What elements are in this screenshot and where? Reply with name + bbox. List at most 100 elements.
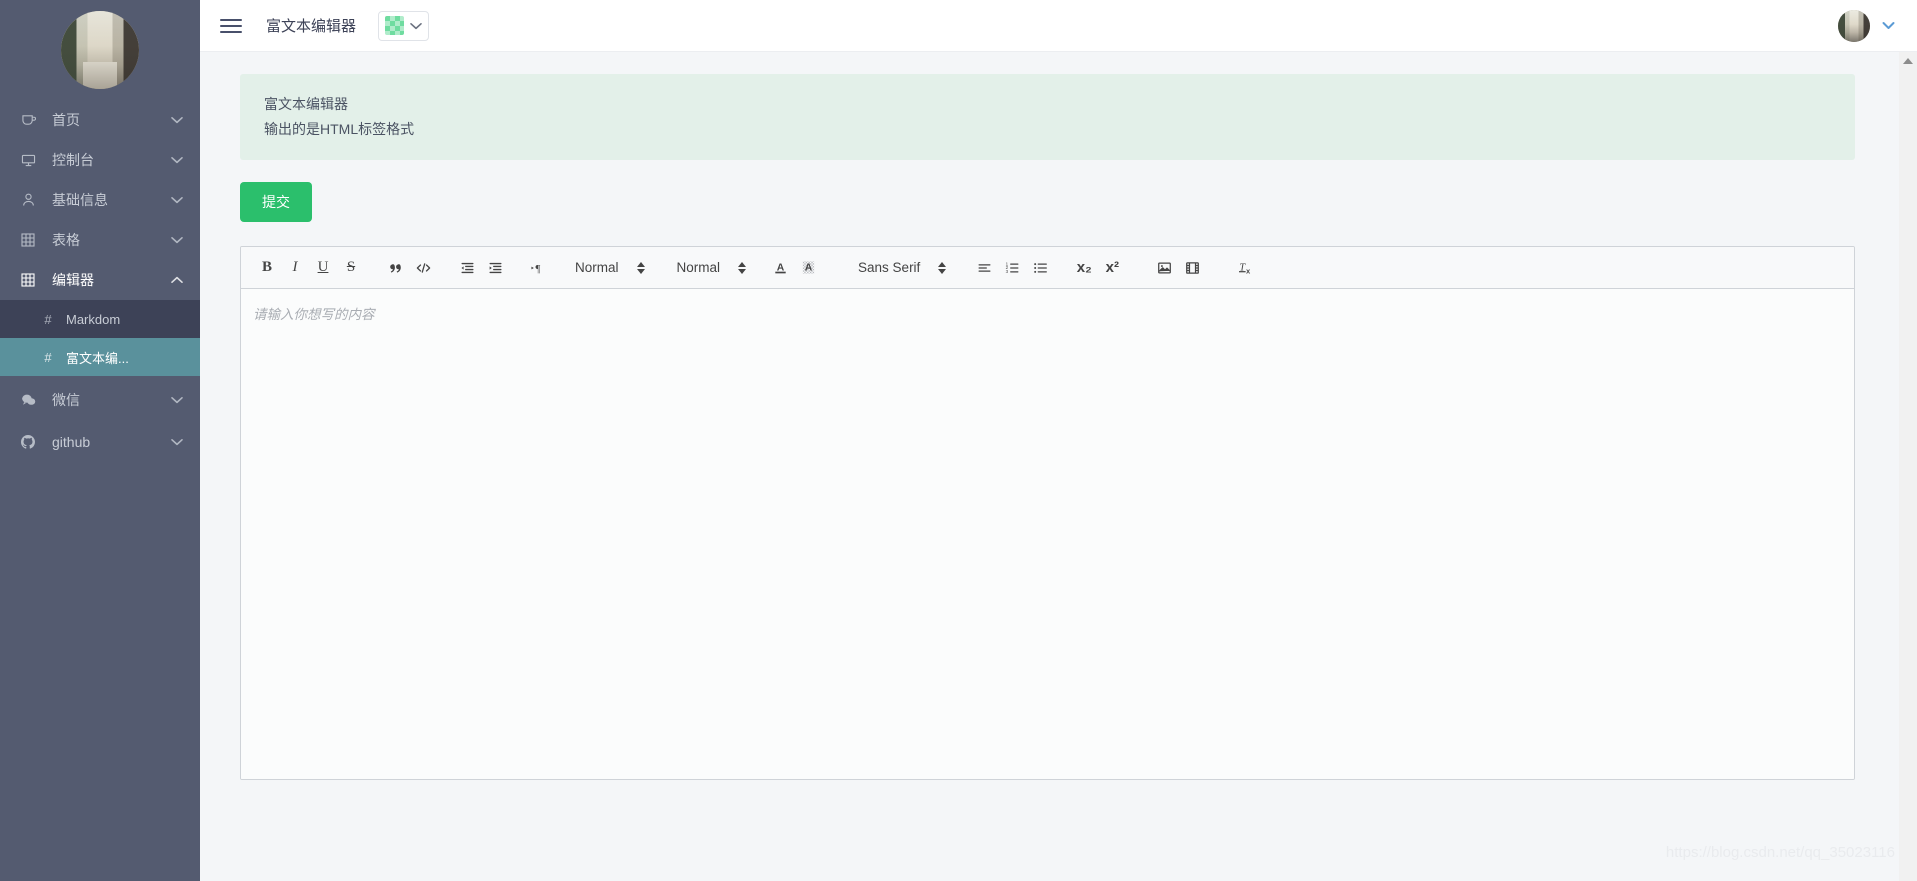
- chevron-down-icon: [170, 393, 184, 407]
- header-picker[interactable]: Normal: [569, 254, 649, 282]
- font-color-icon[interactable]: A: [766, 254, 794, 282]
- chevron-down-icon: [738, 268, 747, 274]
- italic-icon[interactable]: I: [281, 254, 309, 282]
- strike-icon[interactable]: S: [337, 254, 365, 282]
- underline-glyph: U: [317, 259, 329, 275]
- video-icon[interactable]: [1178, 254, 1206, 282]
- image-icon[interactable]: [1150, 254, 1178, 282]
- bold-glyph: B: [261, 259, 272, 275]
- bold-icon[interactable]: B: [253, 254, 281, 282]
- hash-icon: #: [44, 311, 52, 327]
- clear-format-icon[interactable]: T x: [1232, 254, 1260, 282]
- sidebar: 首页 控制台 基础信息 表格 编辑器 # Markdom # 富文本编... 微…: [0, 0, 200, 881]
- monitor-icon: [18, 152, 38, 168]
- hamburger-bar: [220, 30, 242, 33]
- watermark: https://blog.csdn.net/qq_35023116: [1665, 844, 1895, 861]
- scroll-up-arrow-icon[interactable]: [1903, 58, 1913, 64]
- bullet-list-icon[interactable]: [1026, 254, 1054, 282]
- font-picker[interactable]: Sans Serif: [852, 254, 950, 282]
- size-picker-value: Normal: [676, 260, 721, 275]
- svg-text:¶: ¶: [535, 264, 540, 275]
- sidebar-item-label: 首页: [52, 112, 80, 128]
- chevron-up-icon: [170, 273, 184, 287]
- outdent-icon[interactable]: [453, 254, 481, 282]
- italic-glyph: I: [292, 259, 298, 275]
- subscript-icon[interactable]: x₂: [1070, 254, 1098, 282]
- page-title: 富文本编辑器: [266, 18, 357, 35]
- sidebar-subitem-markdom[interactable]: # Markdom: [0, 300, 200, 338]
- indent-icon[interactable]: [481, 254, 509, 282]
- size-picker[interactable]: Normal: [671, 254, 751, 282]
- sidebar-item-label: 控制台: [52, 152, 94, 168]
- chevron-down-icon: [636, 268, 645, 274]
- sidebar-subitem-label: 富文本编...: [66, 350, 129, 366]
- editor-placeholder: 请输入你想写的内容: [253, 307, 375, 322]
- cup-icon: [18, 112, 38, 128]
- toolbar-group-direction: ¶: [525, 254, 553, 282]
- main-area: 富文本编辑器 富文本编辑器 输出的是HTML标签格式 提交 B I U S ¶ …: [200, 0, 1917, 881]
- chevron-down-icon: [170, 435, 184, 449]
- avatar-photo-road: [82, 62, 118, 89]
- blockquote-icon[interactable]: [381, 254, 409, 282]
- topbar: 富文本编辑器: [200, 0, 1917, 52]
- underline-icon[interactable]: U: [309, 254, 337, 282]
- sidebar-nav: 首页 控制台 基础信息 表格 编辑器 # Markdom # 富文本编... 微…: [0, 100, 200, 462]
- color-picker-select[interactable]: [378, 10, 430, 41]
- toolbar-group-indent: [453, 254, 509, 282]
- hash-icon: #: [44, 349, 52, 365]
- grid-icon: [18, 272, 38, 288]
- chevron-down-icon: [170, 113, 184, 127]
- strike-glyph: S: [346, 259, 356, 275]
- svg-text:A: A: [804, 262, 812, 273]
- avatar-photo: [1838, 9, 1870, 42]
- hamburger-icon[interactable]: [218, 13, 244, 39]
- submit-button[interactable]: 提交: [240, 182, 312, 222]
- code-block-icon[interactable]: [409, 254, 437, 282]
- sidebar-item-label: github: [52, 434, 91, 450]
- hamburger-bar: [220, 24, 242, 27]
- editor-text-area[interactable]: 请输入你想写的内容: [241, 289, 1854, 779]
- chevron-up-icon: [636, 261, 645, 267]
- alert-line-2: 输出的是HTML标签格式: [264, 121, 415, 137]
- text-direction-icon[interactable]: ¶: [525, 254, 553, 282]
- vertical-scrollbar[interactable]: [1899, 52, 1917, 881]
- color-swatch: [385, 16, 405, 35]
- sidebar-item-console[interactable]: 控制台: [0, 140, 200, 180]
- sidebar-item-editor[interactable]: 编辑器: [0, 260, 200, 300]
- content-area: 富文本编辑器 输出的是HTML标签格式 提交 B I U S ¶ Normal …: [200, 52, 1917, 881]
- sidebar-subitem-label: Markdom: [66, 311, 121, 327]
- sidebar-item-label: 基础信息: [52, 192, 108, 208]
- sidebar-item-wechat[interactable]: 微信: [0, 380, 200, 420]
- font-picker-value: Sans Serif: [858, 260, 921, 275]
- superscript-glyph: x²: [1105, 259, 1119, 276]
- avatar[interactable]: [1838, 9, 1870, 42]
- chevron-down-icon: [170, 193, 184, 207]
- sidebar-item-basic-info[interactable]: 基础信息: [0, 180, 200, 220]
- sidebar-item-github[interactable]: github: [0, 422, 200, 462]
- superscript-icon[interactable]: x²: [1098, 254, 1126, 282]
- editor-toolbar: B I U S ¶ Normal Normal A A Sans Serif 1…: [241, 247, 1854, 289]
- sidebar-subitem-rich-text-editor[interactable]: # 富文本编...: [0, 338, 200, 376]
- sidebar-item-home[interactable]: 首页: [0, 100, 200, 140]
- chevron-up-icon: [738, 261, 747, 267]
- chevron-down-icon[interactable]: [1882, 17, 1895, 35]
- chevron-down-icon: [938, 268, 947, 274]
- sidebar-item-label: 表格: [52, 232, 80, 248]
- subscript-glyph: x₂: [1076, 259, 1092, 276]
- chevron-down-icon: [170, 233, 184, 247]
- toolbar-group-align-lists: 1 2 3: [970, 254, 1054, 282]
- chevron-updown-icon: [636, 261, 645, 274]
- hamburger-bar: [220, 18, 242, 21]
- avatar[interactable]: [61, 11, 139, 89]
- chevron-updown-icon: [738, 261, 747, 274]
- ordered-list-icon[interactable]: 1 2 3: [998, 254, 1026, 282]
- background-color-icon[interactable]: A: [794, 254, 822, 282]
- svg-text:3: 3: [1005, 269, 1008, 274]
- sidebar-item-table[interactable]: 表格: [0, 220, 200, 260]
- chat-icon: [18, 392, 38, 408]
- chevron-down-icon: [170, 153, 184, 167]
- chevron-up-icon: [938, 261, 947, 267]
- sidebar-avatar-wrap: [0, 0, 200, 100]
- info-alert: 富文本编辑器 输出的是HTML标签格式: [240, 74, 1855, 160]
- align-icon[interactable]: [970, 254, 998, 282]
